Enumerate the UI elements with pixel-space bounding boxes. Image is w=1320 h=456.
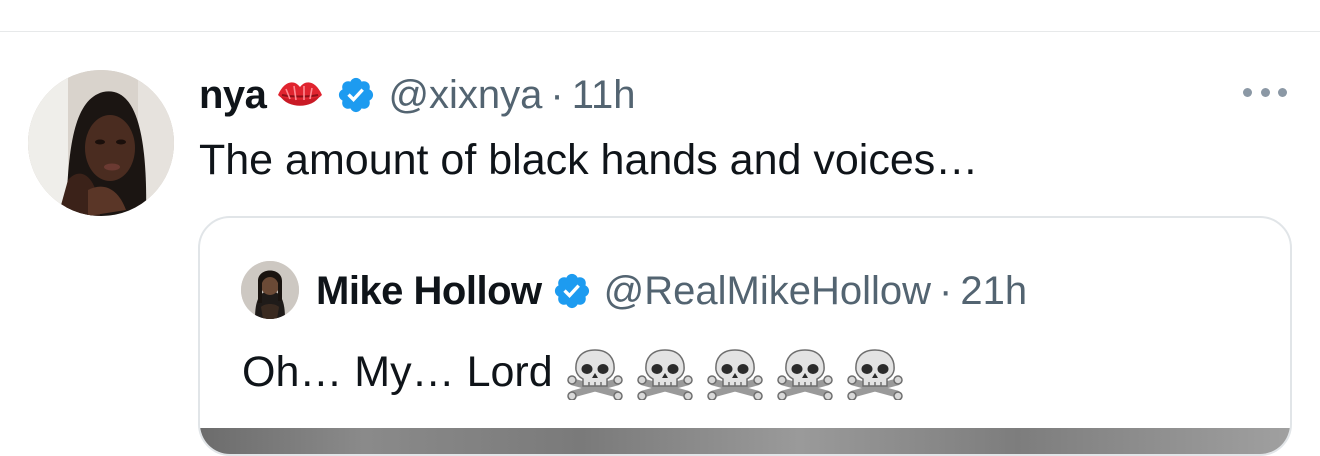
skull-emoji-group <box>566 344 903 400</box>
tweet-header: nya @xixnya · 11h <box>199 68 636 122</box>
separator-dot: · <box>550 72 564 117</box>
kiss-mark-icon <box>274 75 326 115</box>
quoted-tweet-timestamp[interactable]: 21h <box>960 269 1027 314</box>
quoted-tweet-text: Oh… My… Lord <box>242 347 553 396</box>
quoted-tweet-media[interactable] <box>200 428 1290 454</box>
quoted-author-handle[interactable]: @RealMikeHollow <box>604 269 931 314</box>
verified-badge-icon[interactable] <box>336 75 376 115</box>
author-display-name[interactable]: nya <box>199 73 267 118</box>
verified-badge-icon[interactable] <box>552 271 592 311</box>
tweet-timestamp[interactable]: 11h <box>572 73 636 118</box>
skull-crossbones-icon <box>846 344 903 400</box>
skull-crossbones-icon <box>566 344 623 400</box>
quoted-display-name[interactable]: Mike Hollow <box>316 269 542 314</box>
top-divider <box>0 31 1320 32</box>
author-handle[interactable]: @xixnya <box>388 73 542 118</box>
quoted-tweet-text-row: Oh… My… Lord <box>242 342 903 402</box>
tweet-text: The amount of black hands and voices… <box>199 136 979 184</box>
skull-crossbones-icon <box>706 344 763 400</box>
author-avatar[interactable] <box>28 70 174 216</box>
skull-crossbones-icon <box>636 344 693 400</box>
separator-dot: · <box>939 268 953 313</box>
skull-crossbones-icon <box>776 344 833 400</box>
quoted-tweet-card[interactable]: Mike Hollow @RealMikeHollow · 21h Oh… My… <box>198 216 1292 456</box>
quoted-author-avatar[interactable] <box>241 261 299 319</box>
more-options-icon[interactable] <box>1243 80 1287 104</box>
quoted-tweet-header: Mike Hollow @RealMikeHollow · 21h <box>316 264 1027 318</box>
